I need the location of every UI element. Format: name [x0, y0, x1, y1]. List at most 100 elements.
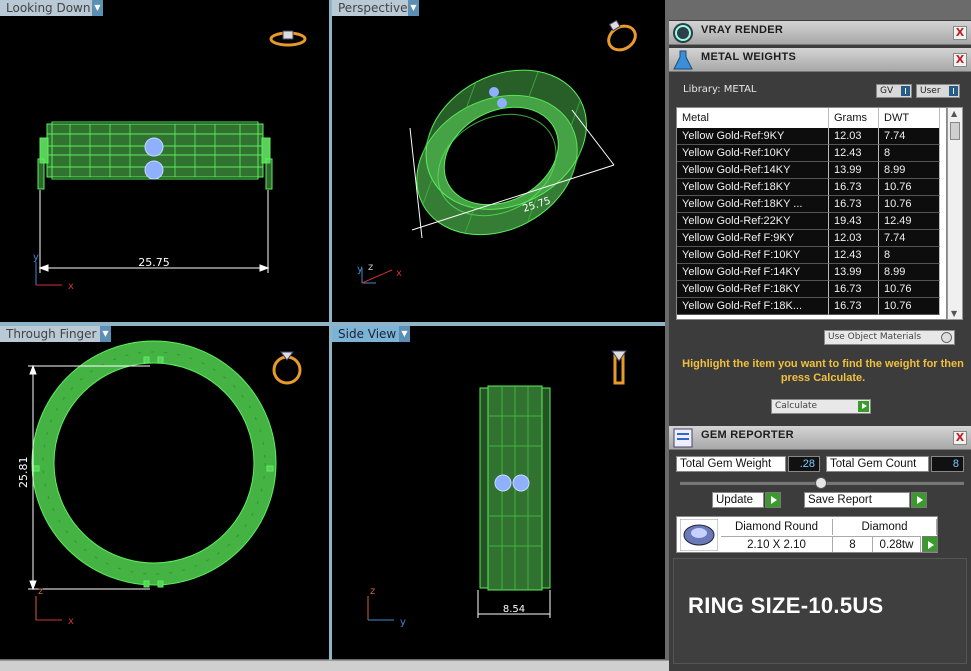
- gem-weight: 0.28tw: [873, 536, 921, 552]
- col-header-metal[interactable]: Metal: [677, 108, 829, 128]
- metal-name-cell: Yellow Gold-Ref:10KY: [677, 145, 829, 162]
- gem-go-button[interactable]: [922, 536, 938, 552]
- chevron-down-icon[interactable]: ▼: [408, 0, 419, 16]
- grams-cell: 12.03: [829, 128, 879, 145]
- flask-icon: [673, 50, 693, 70]
- save-report-button[interactable]: Save Report: [804, 492, 927, 508]
- metal-name-cell: Yellow Gold-Ref F:18K...: [677, 298, 829, 315]
- svg-text:y: y: [400, 617, 406, 628]
- grams-cell: 13.99: [829, 162, 879, 179]
- diamond-round-icon: [680, 519, 718, 551]
- metal-name-cell: Yellow Gold-Ref:22KY: [677, 213, 829, 230]
- table-row[interactable]: Yellow Gold-Ref:22KY 19.43 12.49: [677, 213, 946, 230]
- table-row[interactable]: Yellow Gold-Ref F:14KY 13.99 8.99: [677, 264, 946, 281]
- close-icon[interactable]: X: [953, 53, 967, 67]
- total-gem-weight-label: Total Gem Weight: [676, 456, 786, 472]
- rollout-title: METAL WEIGHTS: [701, 51, 797, 63]
- table-row[interactable]: Yellow Gold-Ref F:10KY 12.43 8: [677, 247, 946, 264]
- slider[interactable]: [680, 477, 964, 489]
- gem-material: Diamond: [833, 519, 937, 535]
- calculate-hint: Highlight the item you want to find the …: [682, 358, 964, 384]
- metal-name-cell: Yellow Gold-Ref:18KY ...: [677, 196, 829, 213]
- dwt-cell: 10.76: [879, 281, 940, 298]
- table-row[interactable]: Yellow Gold-Ref:18KY ... 16.73 10.76: [677, 196, 946, 213]
- toggle-gv[interactable]: GV: [876, 84, 912, 98]
- gem-side-1: [494, 474, 512, 492]
- toggle-user-label: User: [920, 86, 941, 96]
- ring-top-icon: [269, 30, 307, 47]
- viewport-label[interactable]: Perspective: [332, 0, 416, 16]
- gem-top-2: [144, 160, 164, 180]
- slider-knob[interactable]: [815, 477, 827, 489]
- viewport-label[interactable]: Through Finger: [0, 326, 105, 342]
- svg-text:x: x: [396, 268, 402, 279]
- table-row[interactable]: Yellow Gold-Ref:18KY 16.73 10.76: [677, 179, 946, 196]
- use-object-materials-toggle[interactable]: Use Object Materials: [824, 330, 955, 345]
- grams-cell: 16.73: [829, 196, 879, 213]
- grams-cell: 12.43: [829, 145, 879, 162]
- calculate-label: Calculate: [775, 401, 818, 411]
- table-row[interactable]: Yellow Gold-Ref F:9KY 12.03 7.74: [677, 230, 946, 247]
- viewport-through-finger[interactable]: 25.81 z x Through Finger ▼: [0, 326, 329, 659]
- axis-gizmo: z y: [367, 586, 406, 628]
- svg-text:x: x: [68, 616, 74, 627]
- viewport-looking-down[interactable]: 25.75 x y Looking Down ▼: [0, 0, 329, 322]
- metal-name-cell: Yellow Gold-Ref F:9KY: [677, 230, 829, 247]
- scroll-thumb[interactable]: [950, 122, 960, 140]
- table-row[interactable]: Yellow Gold-Ref F:18K... 16.73 10.76: [677, 298, 946, 315]
- total-gem-count-label: Total Gem Count: [826, 456, 929, 472]
- svg-text:z: z: [38, 586, 43, 597]
- rollout-vray-render[interactable]: VRAY RENDER X: [669, 21, 971, 45]
- dwt-cell: 10.76: [879, 179, 940, 196]
- total-gem-count-field[interactable]: 8: [931, 456, 964, 472]
- grams-cell: 12.43: [829, 247, 879, 264]
- col-header-grams[interactable]: Grams: [829, 108, 879, 128]
- dwt-cell: 8.99: [879, 264, 940, 281]
- update-button[interactable]: Update: [712, 492, 781, 508]
- svg-text:z: z: [368, 262, 373, 273]
- calculate-button[interactable]: Calculate: [771, 399, 871, 414]
- close-icon[interactable]: X: [953, 26, 967, 40]
- viewport-side-view[interactable]: 8.54 z y Side View ▼: [332, 326, 665, 659]
- table-row[interactable]: Yellow Gold-Ref F:18KY 16.73 10.76: [677, 281, 946, 298]
- table-scrollbar[interactable]: ▲ ▼: [947, 107, 963, 320]
- gem-top-1: [144, 137, 164, 157]
- top-dimension-label: 25.75: [138, 256, 170, 269]
- close-icon[interactable]: X: [953, 431, 967, 445]
- gem-persp-1: [489, 87, 499, 97]
- rollout-title: GEM REPORTER: [701, 429, 794, 441]
- use-object-materials-label: Use Object Materials: [828, 332, 922, 342]
- ring-perspective-icon: [607, 19, 637, 52]
- axis-gizmo: z x: [35, 586, 74, 627]
- report-icon: [673, 428, 693, 448]
- play-icon: [858, 401, 869, 412]
- radio-icon: [941, 332, 952, 343]
- chevron-down-icon[interactable]: ▼: [92, 0, 103, 16]
- rollout-gem-reporter[interactable]: GEM REPORTER X: [669, 426, 971, 450]
- metal-weights-table[interactable]: Metal Grams DWT Yellow Gold-Ref:9KY 12.03…: [676, 107, 947, 320]
- chevron-down-icon[interactable]: ▼: [399, 326, 410, 342]
- table-row[interactable]: Yellow Gold-Ref:10KY 12.43 8: [677, 145, 946, 162]
- viewport-perspective[interactable]: 25.75 y z x Perspective ▼: [332, 0, 665, 322]
- col-header-dwt[interactable]: DWT: [879, 108, 940, 128]
- rollout-metal-weights[interactable]: METAL WEIGHTS X: [669, 48, 971, 72]
- grams-cell: 13.99: [829, 264, 879, 281]
- viewport-label[interactable]: Looking Down: [0, 0, 99, 16]
- gem-list[interactable]: Diamond Round Diamond 2.10 X 2.10 8 0.28…: [676, 516, 938, 553]
- toggle-user[interactable]: User: [916, 84, 960, 98]
- play-icon: [765, 492, 781, 508]
- total-gem-weight-field[interactable]: .28: [788, 456, 820, 472]
- dwt-cell: 8.99: [879, 162, 940, 179]
- library-label: Library: METAL: [683, 84, 757, 95]
- scroll-up-icon[interactable]: ▲: [951, 109, 957, 118]
- chevron-down-icon[interactable]: ▼: [100, 326, 111, 342]
- metal-name-cell: Yellow Gold-Ref F:10KY: [677, 247, 829, 264]
- scroll-down-icon[interactable]: ▼: [951, 309, 957, 318]
- front-ring-wireframe: 25.81 z x: [17, 340, 302, 627]
- table-row[interactable]: Yellow Gold-Ref:9KY 12.03 7.74: [677, 128, 946, 145]
- viewport-label[interactable]: Side View: [332, 326, 405, 342]
- axis-gizmo: x y: [33, 252, 74, 292]
- ring-front-icon: [272, 351, 302, 385]
- metal-name-cell: Yellow Gold-Ref:14KY: [677, 162, 829, 179]
- table-row[interactable]: Yellow Gold-Ref:14KY 13.99 8.99: [677, 162, 946, 179]
